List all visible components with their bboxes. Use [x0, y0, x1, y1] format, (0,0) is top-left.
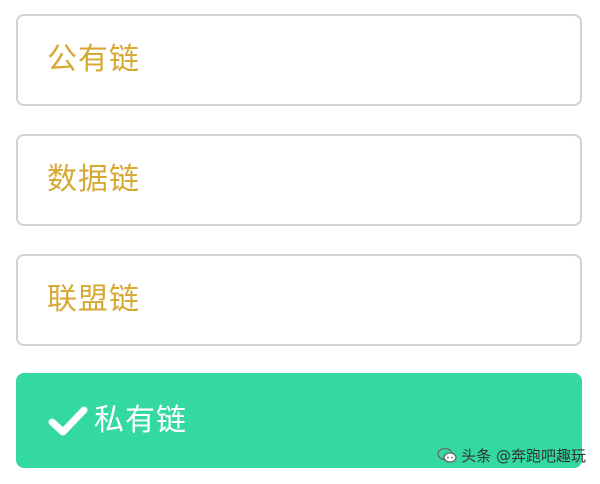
- option-label: 数据链: [47, 162, 140, 197]
- option-public-chain[interactable]: 公有链: [16, 14, 582, 106]
- option-label: 联盟链: [47, 282, 140, 317]
- watermark-text: 头条 @奔跑吧趣玩: [461, 447, 586, 465]
- chat-bubble-logo-icon: [437, 447, 457, 464]
- source-watermark: 头条 @奔跑吧趣玩: [437, 445, 586, 466]
- blockchain-type-options: 公有链 数据链 联盟链 私有链: [0, 0, 600, 484]
- checkmark-icon: [44, 401, 92, 441]
- option-consortium-chain[interactable]: 联盟链: [16, 254, 582, 346]
- option-label: 公有链: [47, 42, 140, 77]
- option-label: 私有链: [94, 402, 187, 438]
- option-data-chain[interactable]: 数据链: [16, 134, 582, 226]
